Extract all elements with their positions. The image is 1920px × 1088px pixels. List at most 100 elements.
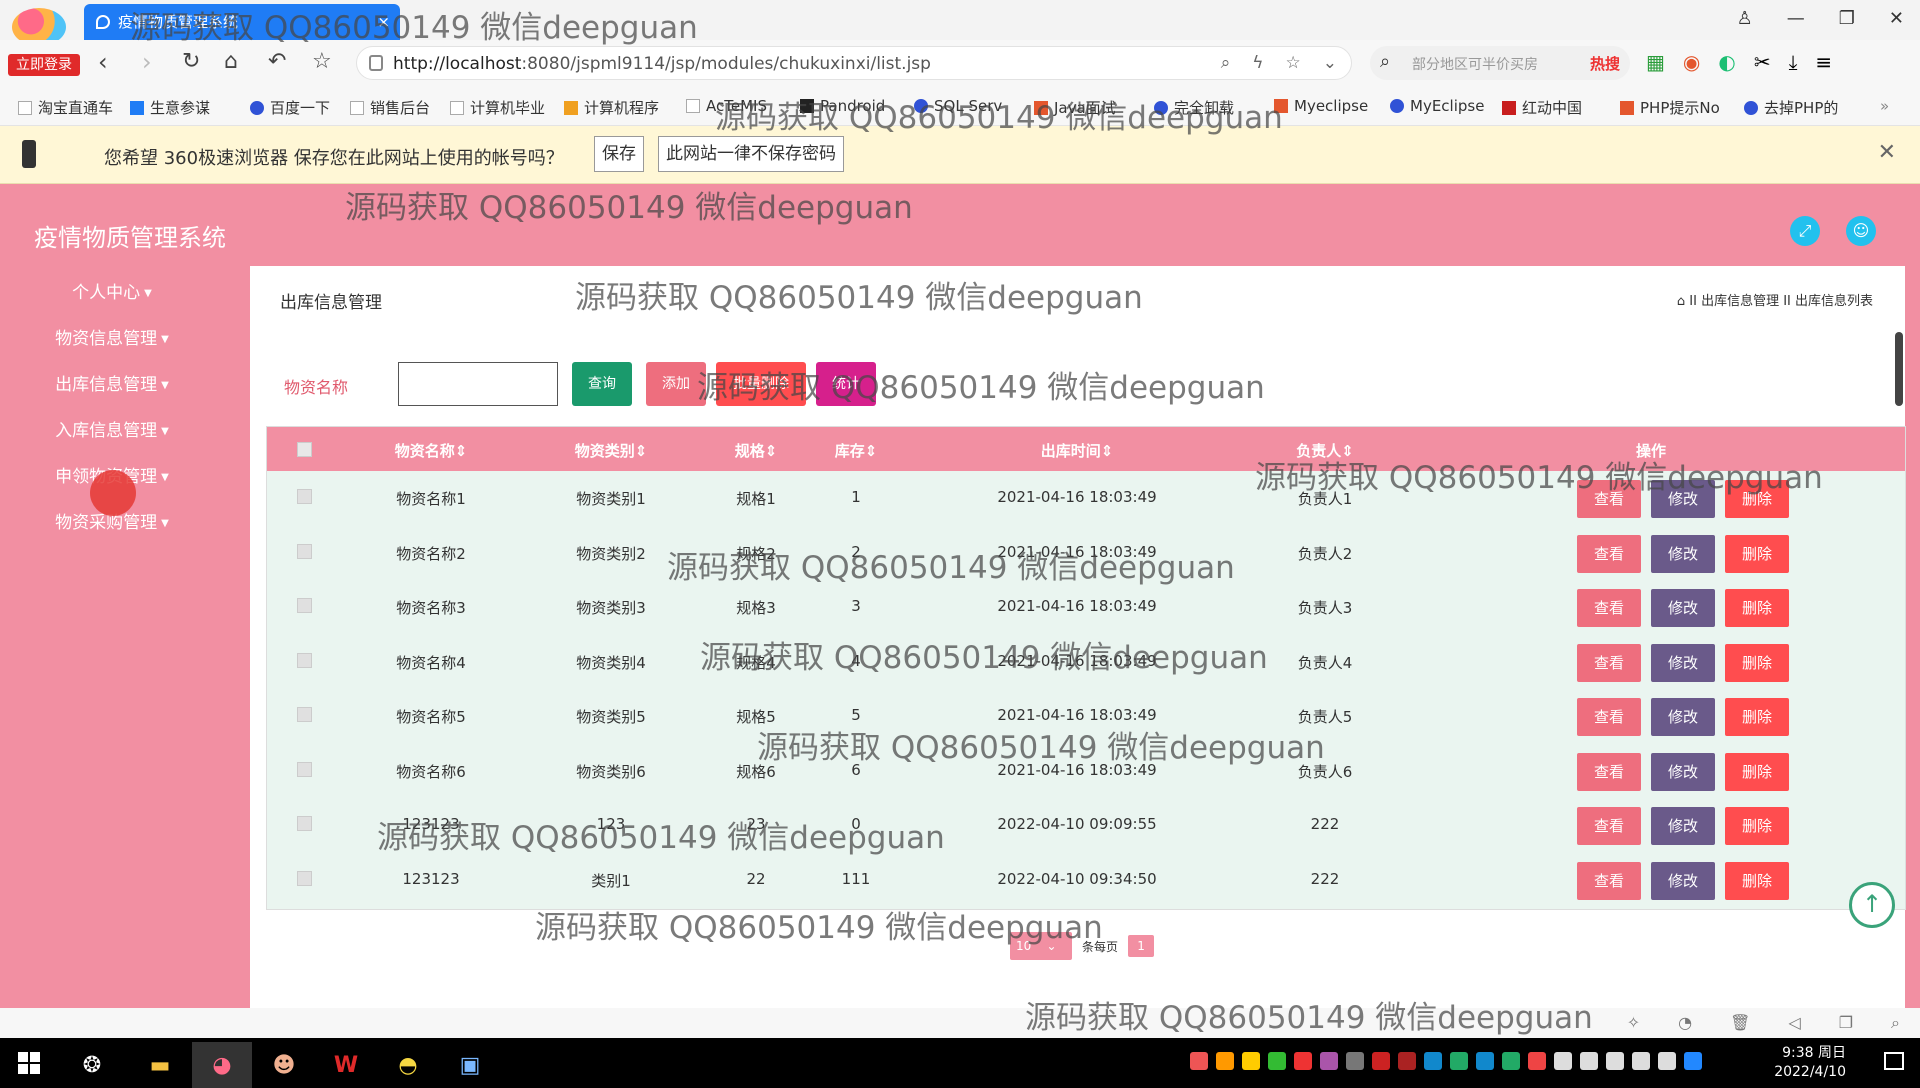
tab-close-icon[interactable]: × [377,4,390,40]
game-icon[interactable]: ◉ [1683,50,1700,74]
trash-icon[interactable]: 🗑 [1730,1013,1750,1033]
restore-icon[interactable]: ❐ [1839,8,1855,29]
edit-button[interactable]: 修改 [1651,534,1715,573]
delete-button[interactable]: 删除 [1725,480,1789,518]
page-number-button[interactable]: 1 [1128,935,1155,957]
query-button[interactable]: 查询 [572,362,632,406]
material-name-search-input[interactable] [398,362,558,406]
bookmark-item[interactable]: 生意参谋 [130,97,210,118]
fullscreen-icon[interactable]: ⤢ [1790,216,1820,246]
view-button[interactable]: 查看 [1577,807,1641,845]
address-bar[interactable]: http://localhost:8080/jspml9114/jsp/modu… [356,46,1352,80]
undo-icon[interactable]: ↶ [268,49,286,75]
apps-grid-icon[interactable]: ▦ [1646,50,1665,74]
scissors-icon[interactable]: ✂ [1754,50,1771,74]
menu-icon[interactable]: ≡ [1815,50,1832,74]
edit-button[interactable]: 修改 [1651,589,1715,627]
favorite-icon[interactable]: ☆ [312,49,332,75]
page-size-select[interactable]: 10 ⌄ [1010,932,1072,960]
view-button[interactable]: 查看 [1577,534,1641,573]
bookmark-item[interactable]: 计算机毕业 [450,97,545,118]
bookmark-item[interactable]: 红动中国 [1502,97,1582,118]
bookmark-item[interactable]: 淘宝直通车 [18,97,113,118]
bookmark-item[interactable]: 去掉PHP的 [1744,97,1838,118]
speed-icon[interactable]: ϟ [1252,53,1263,73]
column-header[interactable]: 规格⇕ [735,440,778,461]
save-password-button[interactable]: 保存 [594,136,644,172]
download-icon[interactable]: ⤓ [1789,50,1798,74]
forward-icon[interactable]: › [142,49,152,75]
qq-icon[interactable]: ◓ [378,1042,438,1088]
reload-icon[interactable]: ↻ [182,49,200,75]
scrollbar[interactable] [1895,332,1903,406]
taskbar-clock[interactable]: 9:38 周日 2022/4/10 [1774,1044,1846,1082]
row-checkbox[interactable] [297,543,312,559]
chevron-down-icon[interactable]: ⌄ [1323,53,1337,73]
volume-icon[interactable]: ◁ [1788,1013,1800,1033]
bookmark-item[interactable]: Myeclipse [1274,97,1368,115]
row-checkbox[interactable] [297,816,312,831]
edit-button[interactable]: 修改 [1651,752,1715,791]
row-checkbox[interactable] [297,707,312,722]
column-header[interactable]: 物资类别⇕ [575,440,648,461]
row-checkbox[interactable] [297,489,312,504]
close-window-icon[interactable]: ✕ [1889,8,1904,29]
delete-button[interactable]: 删除 [1725,534,1789,573]
wps-icon[interactable]: W [316,1042,376,1088]
delete-button[interactable]: 删除 [1725,752,1789,791]
bookmark-item[interactable]: AcTeMIS [686,97,767,115]
bookmark-item[interactable]: SQL Serv [914,97,1002,115]
back-to-top-icon[interactable]: ↑ [1849,882,1895,928]
sidebar-item-inbound-info[interactable]: 入库信息管理 ▼ [0,416,224,441]
file-explorer-icon[interactable]: ▬ [130,1042,190,1088]
view-button[interactable]: 查看 [1577,861,1641,900]
edit-button[interactable]: 修改 [1651,861,1715,900]
sidebar-item-outbound-info[interactable]: 出库信息管理 ▼ [0,370,224,395]
window-icon[interactable]: ❐ [1839,1013,1853,1033]
view-button[interactable]: 查看 [1577,589,1641,627]
view-button[interactable]: 查看 [1577,698,1641,736]
bookmark-item[interactable]: 计算机程序 [564,97,659,118]
delete-button[interactable]: 删除 [1725,643,1789,682]
hot-search-label[interactable]: 热搜 [1590,53,1620,74]
column-header[interactable]: 出库时间⇕ [1041,440,1114,461]
edit-button[interactable]: 修改 [1651,480,1715,518]
back-icon[interactable]: ‹ [98,49,108,75]
row-checkbox[interactable] [297,598,312,613]
bookmark-item[interactable]: Pandroid [800,97,885,115]
never-save-password-button[interactable]: 此网站一律不保存密码 [658,136,844,172]
row-checkbox[interactable] [297,761,312,777]
refresh-sync-icon[interactable]: ◐ [1718,50,1735,74]
login-badge[interactable]: 立即登录 [8,54,80,76]
bookmark-item[interactable]: 销售后台 [350,97,430,118]
home-icon[interactable]: ⌂ [1677,294,1689,309]
minimize-icon[interactable]: — [1787,8,1805,29]
star-icon[interactable]: ☆ [1286,53,1301,73]
bookmark-item[interactable]: 完全卸载 [1154,97,1234,118]
bookmark-item[interactable]: MyEclipse [1390,97,1484,115]
browser-tab[interactable]: 疫情物质管理系统 × [84,4,400,40]
site-info-icon[interactable] [369,55,383,71]
view-button[interactable]: 查看 [1577,480,1641,518]
bookmark-item[interactable]: Java面试 [1034,97,1116,118]
home-icon[interactable]: ⌂ [224,49,238,75]
zoom-icon[interactable]: ⌕ [1891,1013,1900,1033]
ide-icon[interactable]: ▣ [440,1042,500,1088]
zoom-icon[interactable]: ⌕ [1221,53,1231,73]
accelerate-icon[interactable]: ◔ [1678,1013,1692,1033]
notification-icon[interactable] [1884,1052,1904,1070]
column-header[interactable]: 负责人⇕ [1296,440,1354,461]
delete-button[interactable]: 删除 [1725,861,1789,900]
stats-button[interactable]: 统计 [816,362,876,406]
edit-button[interactable]: 修改 [1651,807,1715,845]
bookmarks-more-icon[interactable]: » [1880,97,1889,115]
browser-taskbar-icon[interactable]: ◕ [192,1042,252,1088]
view-button[interactable]: 查看 [1577,752,1641,791]
windows-start-icon[interactable] [18,1052,40,1074]
row-checkbox[interactable] [297,652,312,668]
column-header[interactable]: 物资名称⇕ [395,440,468,461]
select-all-checkbox[interactable] [297,442,312,457]
column-header[interactable]: 库存⇕ [835,440,878,461]
chat-app-icon[interactable]: ☻ [254,1042,314,1088]
sidebar-item-personal-center[interactable]: 个人中心 ▼ [0,278,224,303]
